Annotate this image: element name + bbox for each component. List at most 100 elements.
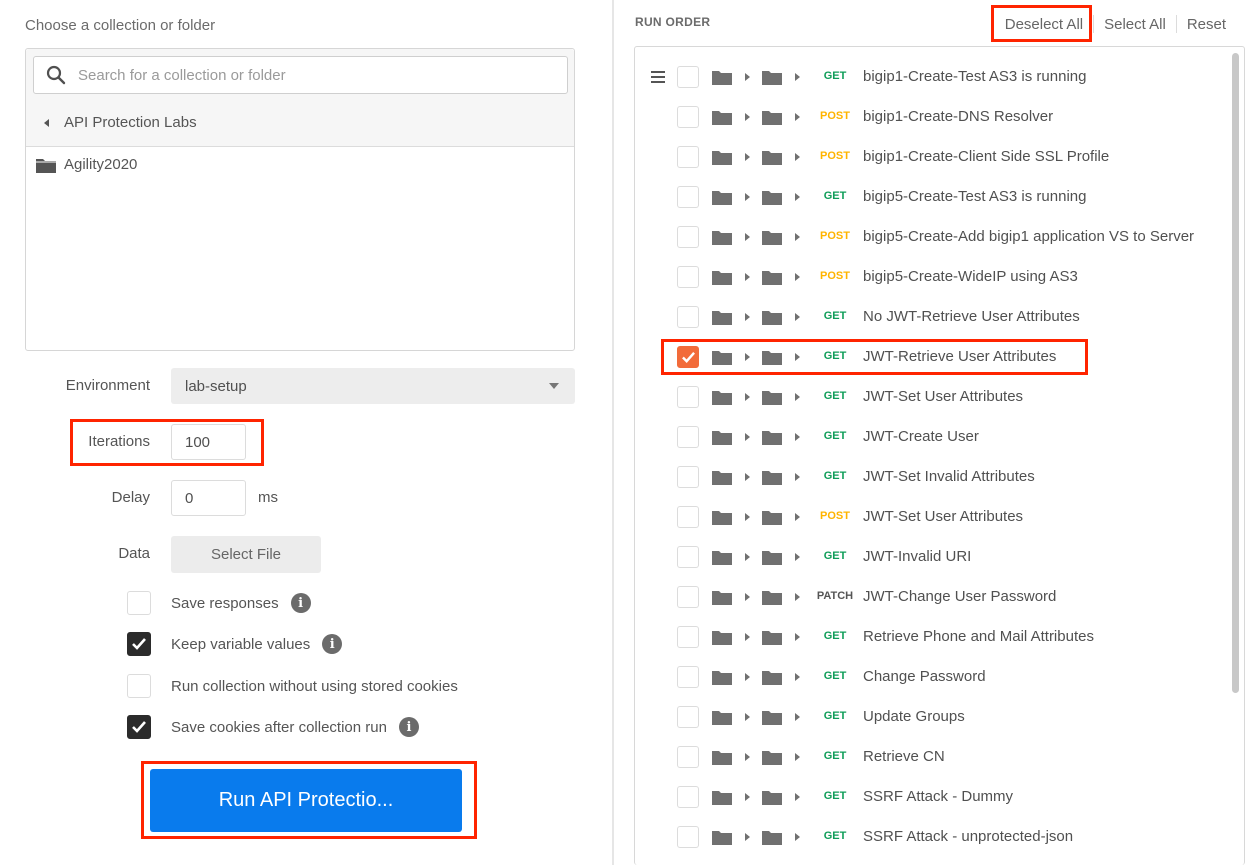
request-checkbox[interactable]	[677, 226, 699, 248]
request-row[interactable]: GET Retrieve CN	[635, 737, 1225, 777]
request-checkbox[interactable]	[677, 386, 699, 408]
option-save-responses[interactable]: Save responses i	[127, 591, 311, 615]
folder-icon	[762, 711, 782, 725]
back-to-collection[interactable]: API Protection Labs	[44, 114, 197, 131]
info-icon[interactable]: i	[290, 593, 311, 613]
folder-icon	[712, 711, 732, 725]
option-keep-variable-values[interactable]: Keep variable values i	[127, 632, 343, 656]
request-checkbox[interactable]	[677, 706, 699, 728]
request-checkbox[interactable]	[677, 306, 699, 328]
request-checkbox[interactable]	[677, 666, 699, 688]
request-row[interactable]: GET JWT-Set User Attributes	[635, 377, 1225, 417]
request-checkbox[interactable]	[677, 66, 699, 88]
request-method-badge: POST	[820, 110, 850, 122]
run-collection-button[interactable]: Run API Protectio...	[150, 769, 462, 832]
folder-icon	[712, 671, 732, 685]
save-responses-checkbox[interactable]	[127, 591, 151, 615]
checkmark-icon	[132, 638, 146, 650]
collection-browser-header: API Protection Labs	[26, 49, 574, 147]
request-row[interactable]: GET Update Groups	[635, 697, 1225, 737]
run-order-pane: RUN ORDER Deselect All Select All Reset …	[614, 0, 1245, 865]
request-checkbox[interactable]	[677, 546, 699, 568]
request-checkbox[interactable]	[677, 146, 699, 168]
run-without-cookies-checkbox[interactable]	[127, 674, 151, 698]
request-row[interactable]: POST bigip5-Create-Add bigip1 application…	[635, 217, 1225, 257]
request-method-badge: GET	[823, 630, 847, 642]
iterations-input[interactable]: 100	[171, 424, 246, 460]
folder-icon	[762, 591, 782, 605]
delay-input[interactable]: 0	[171, 480, 246, 516]
request-method-badge: GET	[823, 430, 847, 442]
request-row[interactable]: GET No JWT-Retrieve User Attributes	[635, 297, 1225, 337]
caret-right-icon	[795, 753, 800, 761]
folder-icon	[762, 671, 782, 685]
folder-icon	[762, 791, 782, 805]
request-method-badge: GET	[823, 470, 847, 482]
info-icon[interactable]: i	[322, 634, 343, 654]
request-checkbox[interactable]	[677, 266, 699, 288]
deselect-all-button[interactable]: Deselect All	[995, 16, 1093, 33]
data-label: Data	[118, 545, 150, 562]
folder-icon	[712, 191, 732, 205]
select-file-button[interactable]: Select File	[171, 536, 321, 573]
request-checkbox[interactable]	[677, 186, 699, 208]
request-row[interactable]: GET Retrieve Phone and Mail Attributes	[635, 617, 1225, 657]
environment-select[interactable]: lab-setup	[171, 368, 575, 404]
caret-right-icon	[795, 833, 800, 841]
collection-search-box[interactable]	[33, 56, 568, 94]
request-row[interactable]: GET JWT-Invalid URI	[635, 537, 1225, 577]
option-run-without-cookies[interactable]: Run collection without using stored cook…	[127, 674, 458, 698]
save-cookies-checkbox[interactable]	[127, 715, 151, 739]
request-checkbox[interactable]	[677, 106, 699, 128]
request-checkbox[interactable]	[677, 826, 699, 848]
collection-browser: API Protection Labs Agility2020	[25, 48, 575, 351]
request-row[interactable]: POST bigip1-Create-DNS Resolver	[635, 97, 1225, 137]
request-row[interactable]: GET bigip1-Create-Test AS3 is running	[635, 57, 1225, 97]
option-label: Run collection without using stored cook…	[171, 677, 458, 695]
request-row[interactable]: GET bigip5-Create-Test AS3 is running	[635, 177, 1225, 217]
request-checkbox[interactable]	[677, 466, 699, 488]
folder-item-agility2020[interactable]: Agility2020	[36, 156, 137, 173]
keep-variable-values-checkbox[interactable]	[127, 632, 151, 656]
folder-icon	[762, 351, 782, 365]
folder-icon	[712, 791, 732, 805]
request-row[interactable]: GET Change Password	[635, 657, 1225, 697]
request-row[interactable]: POST bigip1-Create-Client Side SSL Profil…	[635, 137, 1225, 177]
folder-icon	[712, 471, 732, 485]
collection-search-input[interactable]	[78, 57, 558, 93]
info-icon[interactable]: i	[398, 717, 419, 737]
request-row[interactable]: POST bigip5-Create-WideIP using AS3	[635, 257, 1225, 297]
folder-icon	[762, 551, 782, 565]
request-row[interactable]: GET SSRF Attack - Dummy	[635, 777, 1225, 817]
caret-right-icon	[795, 73, 800, 81]
option-label: Save responses	[171, 594, 279, 612]
request-method-badge: GET	[823, 790, 847, 802]
folder-icon	[712, 311, 732, 325]
request-row[interactable]: GET JWT-Retrieve User Attributes	[635, 337, 1225, 377]
reset-button[interactable]: Reset	[1177, 16, 1245, 33]
request-checkbox[interactable]	[677, 346, 699, 368]
caret-right-icon	[745, 833, 750, 841]
request-checkbox[interactable]	[677, 746, 699, 768]
folder-icon	[762, 71, 782, 85]
request-row[interactable]: GET JWT-Create User	[635, 417, 1225, 457]
request-checkbox[interactable]	[677, 426, 699, 448]
request-name: bigip5-Create-WideIP using AS3	[863, 268, 1078, 285]
request-checkbox[interactable]	[677, 786, 699, 808]
request-row[interactable]: GET JWT-Set Invalid Attributes	[635, 457, 1225, 497]
list-scrollbar[interactable]	[1232, 53, 1239, 693]
request-row[interactable]: POST JWT-Set User Attributes	[635, 497, 1225, 537]
request-name: No JWT-Retrieve User Attributes	[863, 308, 1080, 325]
request-checkbox[interactable]	[677, 586, 699, 608]
option-save-cookies[interactable]: Save cookies after collection run i	[127, 715, 419, 739]
request-checkbox[interactable]	[677, 626, 699, 648]
drag-handle-icon[interactable]	[651, 71, 665, 83]
select-all-button[interactable]: Select All	[1094, 16, 1176, 33]
request-method-badge: GET	[823, 390, 847, 402]
caret-right-icon	[745, 673, 750, 681]
request-row[interactable]: PATCH JWT-Change User Password	[635, 577, 1225, 617]
request-row[interactable]: GET SSRF Attack - unprotected-json	[635, 817, 1225, 857]
request-name: JWT-Change User Password	[863, 588, 1057, 605]
caret-right-icon	[745, 73, 750, 81]
request-checkbox[interactable]	[677, 506, 699, 528]
